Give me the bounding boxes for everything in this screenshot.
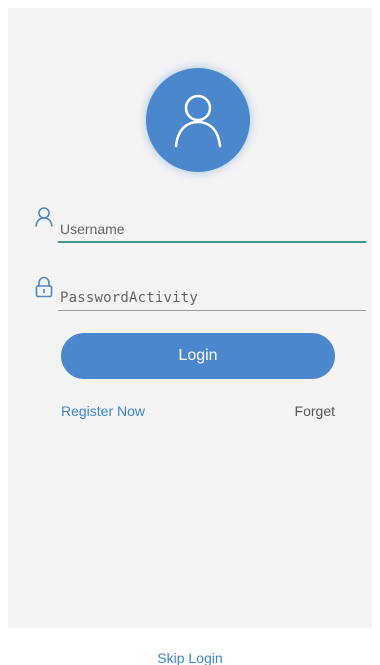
skip-login-link[interactable]: Skip Login [0,650,380,665]
login-button[interactable]: Login [61,333,335,379]
forget-password-link[interactable]: Forget [295,403,335,419]
username-field[interactable] [58,215,366,243]
lock-icon [34,276,54,298]
user-avatar-icon [174,94,222,148]
password-field[interactable] [58,283,366,311]
login-screen: Login Register Now Forget Skip Login [0,0,380,665]
user-icon [34,206,54,228]
register-now-link[interactable]: Register Now [61,403,145,419]
avatar [146,68,250,172]
